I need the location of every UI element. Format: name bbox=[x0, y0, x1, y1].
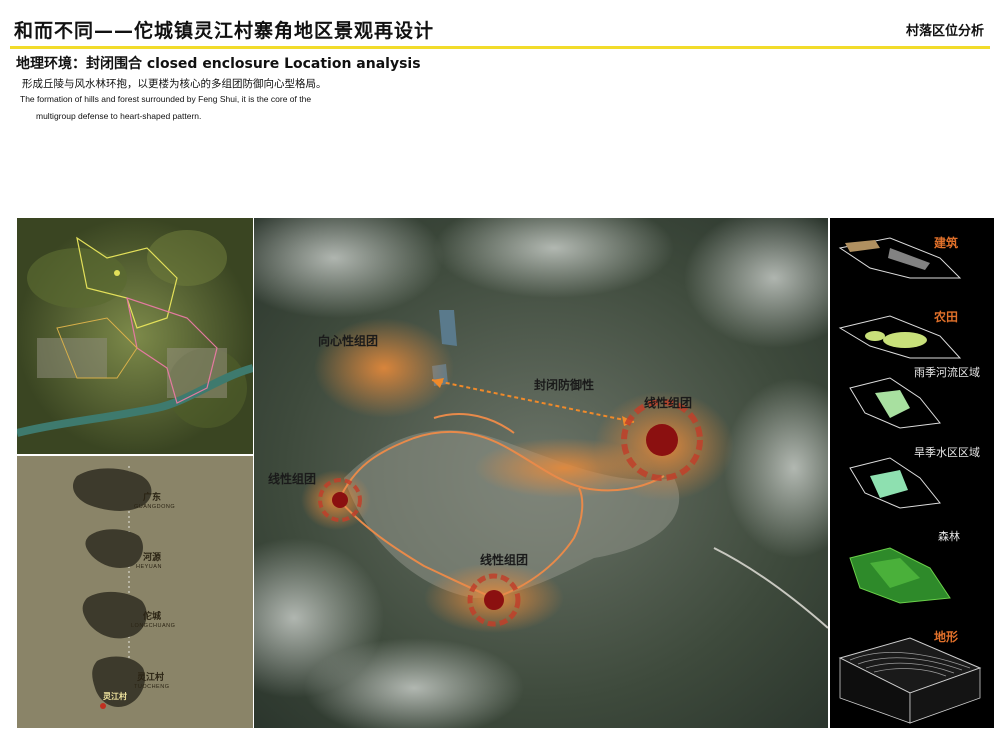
layer-rainy-river-diagram bbox=[849, 377, 941, 429]
layer-analysis-graphic bbox=[838, 237, 982, 724]
location-locator-panel: 广东 GUANGDONG 河源 HEYUAN 佗城 LONGCHUANG 灵江村… bbox=[17, 456, 253, 728]
locator-longchuan-en: LONGCHUANG bbox=[131, 623, 176, 629]
section-tag: 村落区位分析 bbox=[905, 24, 984, 39]
label-linear-cluster-east: 线性组团 bbox=[644, 396, 693, 410]
intro-description-cn: 形成丘陵与风水林环抱，以更楼为核心的多组团防御向心型格局。 bbox=[22, 78, 327, 90]
intro-subhead: 地理环境：封闭围合 closed enclosure Location anal… bbox=[16, 56, 421, 72]
locator-guangdong-en: GUANGDONG bbox=[134, 504, 176, 510]
label-centripetal-cluster: 向心性组团 bbox=[318, 334, 379, 348]
locator-guangdong-cn: 广东 bbox=[143, 493, 162, 503]
locator-heyuan-cn: 河源 bbox=[143, 553, 162, 563]
label-closed-defense: 封闭防御性 bbox=[534, 378, 595, 392]
intro-description-en-line2: multigroup defense to heart-shaped patte… bbox=[36, 111, 202, 121]
layer-analysis-panel: 建筑 农田 雨季河流区域 旱季水区区域 森林 地形 bbox=[830, 218, 994, 728]
locator-heyuan-en: HEYUAN bbox=[136, 564, 162, 570]
locator-marker-label: 灵江村 bbox=[103, 692, 127, 701]
layer-dry-water-diagram bbox=[849, 457, 941, 509]
layer-label-farmland: 农田 bbox=[934, 310, 959, 324]
main-map-graphic bbox=[254, 218, 828, 728]
label-linear-cluster-west: 线性组团 bbox=[268, 472, 317, 486]
header-rule bbox=[10, 46, 990, 49]
main-site-map: 向心性组团 封闭防御性 线性组团 线性组团 线性组团 bbox=[254, 218, 828, 728]
locator-tuocheng-en: TUOCHENG bbox=[134, 684, 170, 690]
layer-forest-diagram bbox=[849, 547, 951, 604]
layer-label-forest: 森林 bbox=[938, 530, 960, 543]
regional-satellite-graphic bbox=[17, 218, 253, 454]
locator-longchuan-cn: 佗城 bbox=[143, 612, 162, 622]
intro-description-en-line1: The formation of hills and forest surrou… bbox=[20, 94, 312, 104]
layer-terrain-diagram bbox=[838, 637, 982, 724]
locator-lingjiang-cn: 灵江村 bbox=[137, 673, 165, 683]
layer-label-dry-water: 旱季水区区域 bbox=[914, 446, 980, 459]
label-linear-cluster-south: 线性组团 bbox=[480, 553, 529, 567]
regional-satellite-map bbox=[17, 218, 253, 454]
page-title: 和而不同——佗城镇灵江村寨角地区景观再设计 bbox=[14, 20, 435, 42]
layer-label-terrain: 地形 bbox=[934, 630, 959, 644]
layer-label-rainy-river: 雨季河流区域 bbox=[914, 366, 980, 379]
layer-label-buildings: 建筑 bbox=[934, 236, 959, 250]
